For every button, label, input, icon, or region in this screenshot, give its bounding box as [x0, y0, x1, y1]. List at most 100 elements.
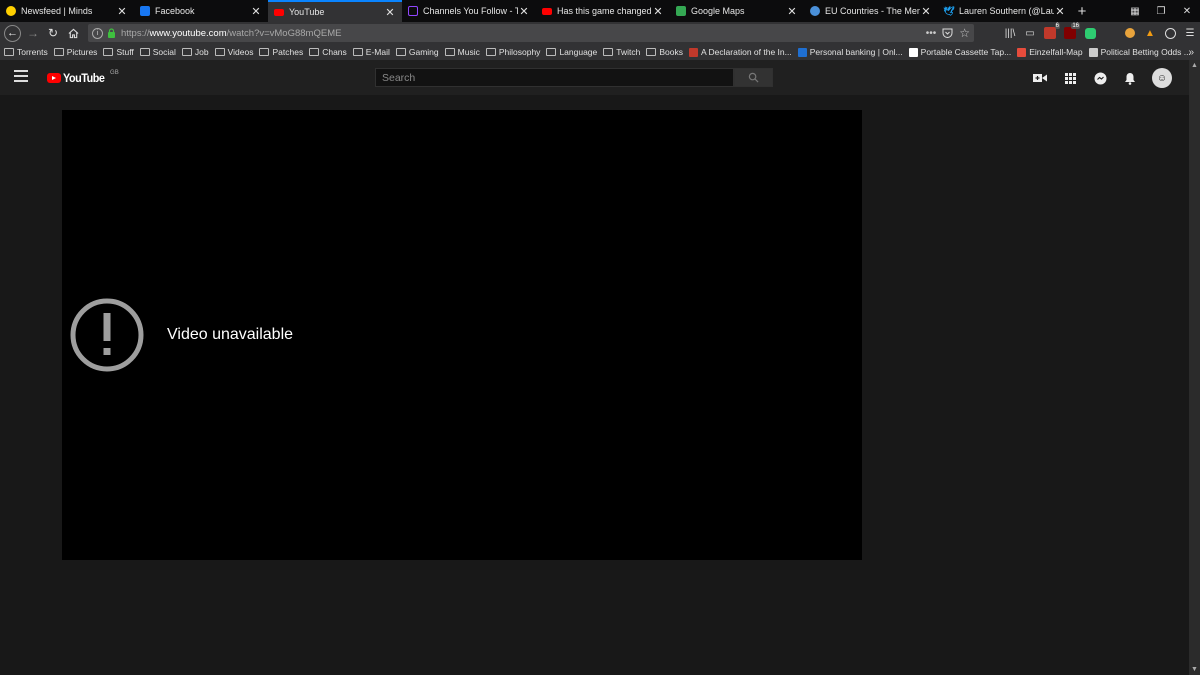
tab-title: Has this game changed in A [557, 6, 652, 16]
folder-icon [139, 48, 150, 56]
bookmark-folder[interactable]: Twitch [603, 47, 640, 57]
browser-tab[interactable]: Newsfeed | Minds ✕ [0, 0, 134, 22]
tab-title: Channels You Follow - Twitc [423, 6, 518, 16]
youtube-icon [274, 8, 284, 16]
youtube-logo[interactable]: YouTube GB [47, 70, 119, 85]
sidebar-icon[interactable]: ▭ [1020, 23, 1040, 43]
close-icon[interactable]: ✕ [920, 5, 932, 18]
twitter-icon: 🕊 [943, 5, 955, 16]
folder-icon [259, 48, 270, 56]
folder-icon [603, 48, 614, 56]
bookmarks-bar: Torrents Pictures Stuff Social Job Videos Patc… [0, 44, 1200, 60]
close-icon[interactable]: ✕ [652, 5, 664, 18]
restore-window-icon[interactable]: ❐ [1148, 0, 1174, 22]
extension-green-icon[interactable] [1080, 23, 1100, 43]
folder-icon [444, 48, 455, 56]
tab-title: EU Countries - The Member [825, 6, 920, 16]
folder-icon [181, 48, 192, 56]
close-icon[interactable]: ✕ [518, 5, 530, 18]
bookmark-folder[interactable]: Pictures [53, 47, 97, 57]
tab-overview-icon[interactable]: ▦ [1122, 0, 1148, 22]
bookmark-folder[interactable]: Music [444, 47, 480, 57]
close-icon[interactable]: ✕ [786, 5, 798, 18]
bookmark-label: Torrents [17, 47, 48, 57]
globe-icon [810, 6, 820, 16]
close-icon[interactable]: ✕ [384, 6, 396, 19]
bookmark-link[interactable]: Personal banking | Onl... [797, 47, 903, 57]
bookmark-link[interactable]: Political Betting Odds ... [1088, 47, 1191, 57]
bookmark-label: Political Betting Odds ... [1100, 47, 1191, 57]
bookmark-star-icon[interactable]: ☆ [959, 26, 970, 40]
search-input[interactable]: Search [375, 68, 734, 87]
bookmark-folder[interactable]: Language [546, 47, 597, 57]
page-scrollbar[interactable]: ▲ ▼ [1189, 60, 1200, 675]
extension-spacer [1100, 23, 1120, 43]
new-tab-button[interactable]: + [1072, 0, 1092, 22]
page-actions-icon[interactable]: ••• [926, 28, 937, 39]
extension-emoji-icon[interactable] [1120, 23, 1140, 43]
scroll-up-arrow-icon[interactable]: ▲ [1189, 60, 1200, 71]
bookmark-label: Books [659, 47, 683, 57]
browser-tab[interactable]: YouTube ✕ [268, 0, 402, 22]
browser-tab[interactable]: EU Countries - The Member✕ [804, 0, 938, 22]
folder-icon [103, 48, 114, 56]
menu-icon[interactable]: ☰ [1180, 23, 1200, 43]
guide-menu-icon[interactable] [14, 70, 28, 82]
folder-icon [4, 48, 14, 56]
browser-tab[interactable]: 🕊 Lauren Southern (@Lauren_S✕ [938, 0, 1072, 22]
bookmark-link[interactable]: A Declaration of the In... [688, 47, 792, 57]
google-maps-icon [676, 6, 686, 16]
messages-icon[interactable] [1092, 70, 1108, 86]
extension-flame-icon[interactable]: ▲ [1140, 23, 1160, 43]
account-icon[interactable] [1160, 23, 1180, 43]
ublock-extension-icon[interactable]: 16 [1060, 23, 1080, 43]
scroll-down-arrow-icon[interactable]: ▼ [1189, 664, 1200, 675]
folder-icon [395, 48, 406, 56]
browser-tab[interactable]: Has this game changed in A✕ [536, 0, 670, 22]
info-icon[interactable]: i [92, 27, 103, 39]
apps-grid-icon[interactable] [1062, 70, 1078, 86]
close-window-icon[interactable]: ✕ [1174, 0, 1200, 22]
bookmark-label: Music [457, 47, 480, 57]
bookmark-folder[interactable]: Torrents [4, 47, 48, 57]
bookmark-folder[interactable]: Job [181, 47, 209, 57]
browser-tab[interactable]: Facebook ✕ [134, 0, 268, 22]
tab-title: Google Maps [691, 6, 745, 16]
bookmark-folder[interactable]: Philosophy [485, 47, 540, 57]
bookmark-label: Social [152, 47, 176, 57]
bookmark-folder[interactable]: Patches [259, 47, 303, 57]
browser-tab[interactable]: Channels You Follow - Twitc✕ [402, 0, 536, 22]
library-icon[interactable]: |||\ [1000, 23, 1020, 43]
bookmark-folder[interactable]: Books [646, 47, 683, 57]
forward-button[interactable]: → [23, 23, 43, 43]
bookmark-link[interactable]: Einzelfall-Map [1017, 47, 1083, 57]
home-button[interactable] [63, 23, 83, 43]
bookmark-favicon-icon [797, 47, 807, 57]
bookmark-folder[interactable]: Videos [214, 47, 253, 57]
bookmark-folder[interactable]: Gaming [395, 47, 439, 57]
bookmark-folder[interactable]: Stuff [103, 47, 134, 57]
create-video-icon[interactable] [1032, 70, 1048, 86]
pocket-icon[interactable] [942, 28, 953, 38]
bookmark-folder[interactable]: Chans [309, 47, 347, 57]
close-icon[interactable]: ✕ [250, 5, 262, 18]
avatar[interactable]: ☺ [1152, 68, 1172, 88]
reload-button[interactable]: ↻ [43, 23, 63, 43]
adblock-extension-icon[interactable]: 6 [1040, 23, 1060, 43]
address-bar[interactable]: i https://www.youtube.com/watch?v=vMoG88… [88, 24, 974, 42]
video-player[interactable]: Video unavailable [62, 110, 862, 560]
bookmark-folder[interactable]: Social [139, 47, 176, 57]
bookmarks-overflow-button[interactable]: » [1188, 44, 1194, 60]
folder-icon [309, 48, 320, 56]
notifications-bell-icon[interactable] [1122, 70, 1138, 86]
back-button[interactable]: ← [4, 24, 21, 42]
tab-title: Facebook [155, 6, 195, 16]
bookmark-label: Portable Cassette Tap... [920, 47, 1012, 57]
bookmark-link[interactable]: Portable Cassette Tap... [908, 47, 1012, 57]
close-icon[interactable]: ✕ [116, 5, 128, 18]
bookmark-folder[interactable]: E-Mail [352, 47, 390, 57]
close-icon[interactable]: ✕ [1054, 5, 1066, 18]
folder-icon [546, 48, 557, 56]
search-button[interactable] [734, 68, 773, 87]
browser-tab[interactable]: Google Maps ✕ [670, 0, 804, 22]
